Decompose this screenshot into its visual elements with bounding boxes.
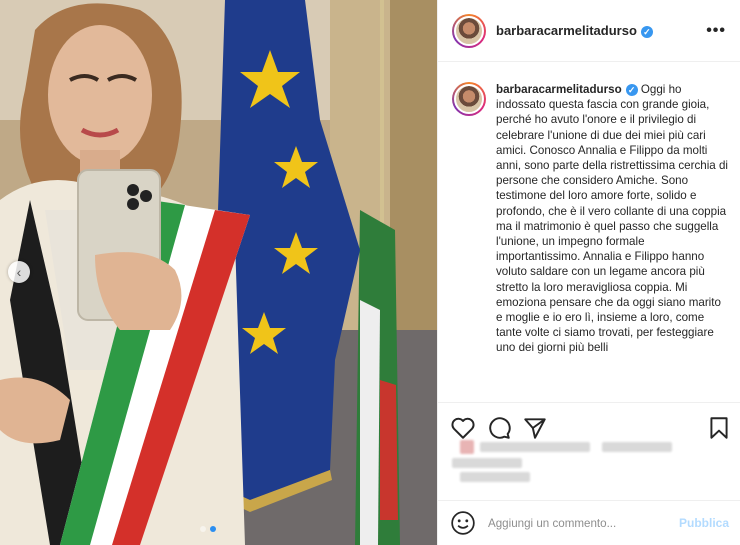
avatar[interactable] [452,13,486,48]
publish-button[interactable]: Pubblica [679,516,729,530]
caption-avatar[interactable] [452,82,486,116]
photo-illustration [0,0,437,545]
username-link[interactable]: barbaracarmelitadurso ✓ [496,23,653,38]
caption-text: Oggi ho indossato questa fascia con gran… [496,83,728,355]
caption-username-link[interactable]: barbaracarmelitadurso ✓ [496,83,638,96]
post-side-panel: barbaracarmelitadurso ✓ ••• barbaracarmel… [437,0,740,545]
username-text: barbaracarmelitadurso [496,23,637,38]
comment-bar: Pubblica [438,500,740,545]
carousel-dot [200,526,206,532]
caption-username-text: barbaracarmelitadurso [496,83,622,96]
emoji-icon[interactable] [450,510,476,536]
heart-icon[interactable] [450,415,476,441]
comment-icon[interactable] [486,415,512,441]
comment-input[interactable] [488,516,679,530]
carousel-dots [200,526,216,532]
carousel-dot-active [210,526,216,532]
bookmark-icon[interactable] [706,415,732,441]
more-options-icon[interactable]: ••• [706,22,726,40]
verified-icon: ✓ [640,25,653,38]
caption: barbaracarmelitadurso ✓ Oggi ho indossato… [496,82,729,402]
carousel-previous-button[interactable]: ‹ [8,261,30,283]
share-icon[interactable] [522,415,548,441]
post-photo[interactable]: ‹ [0,0,437,545]
post-header: barbaracarmelitadurso ✓ ••• [438,0,740,62]
caption-verified-icon: ✓ [625,83,638,96]
caption-area: barbaracarmelitadurso ✓ Oggi ho indossato… [438,62,740,402]
